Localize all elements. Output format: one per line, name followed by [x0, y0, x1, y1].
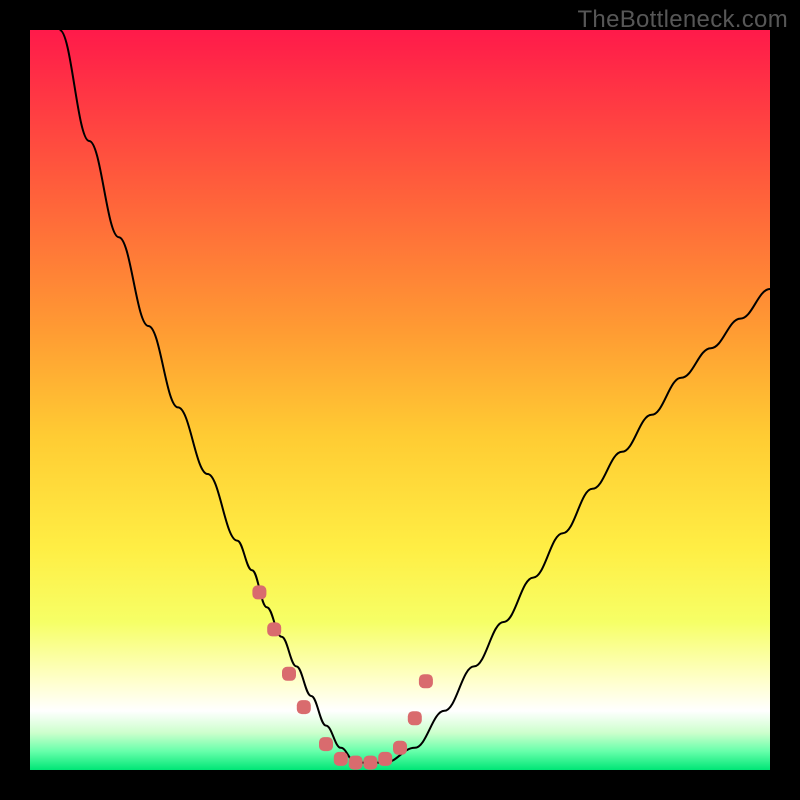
highlight-dot — [252, 585, 266, 599]
highlight-dot — [267, 622, 281, 636]
highlight-dots — [252, 585, 433, 769]
highlight-dot — [319, 737, 333, 751]
highlight-dot — [408, 711, 422, 725]
outer-frame: TheBottleneck.com — [0, 0, 800, 800]
highlight-dot — [363, 756, 377, 770]
highlight-dot — [378, 752, 392, 766]
highlight-dot — [334, 752, 348, 766]
bottleneck-curve — [60, 30, 770, 763]
highlight-dot — [349, 756, 363, 770]
highlight-dot — [419, 674, 433, 688]
highlight-dot — [393, 741, 407, 755]
highlight-dot — [282, 667, 296, 681]
chart-overlay — [30, 30, 770, 770]
highlight-dot — [297, 700, 311, 714]
